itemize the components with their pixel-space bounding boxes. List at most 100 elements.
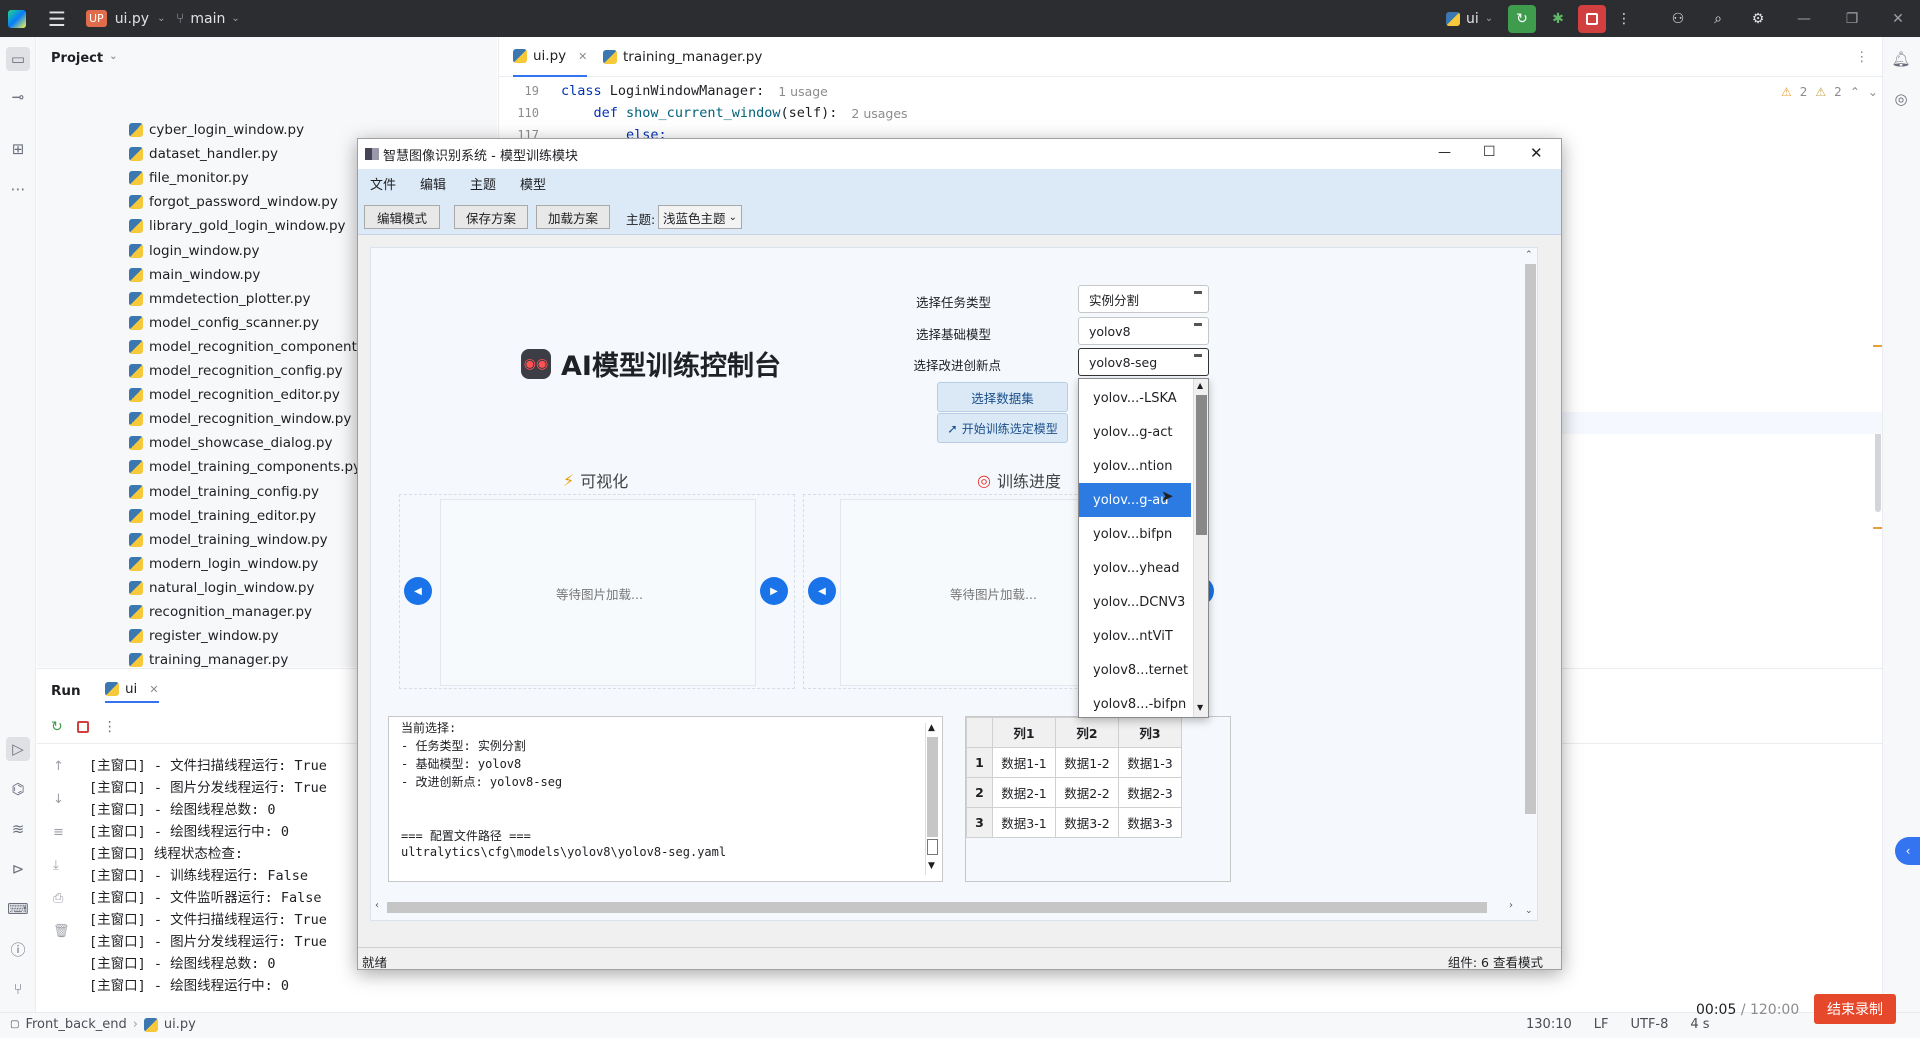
scrollbar-thumb[interactable]	[1196, 395, 1207, 535]
line-separator[interactable]: LF	[1594, 1017, 1609, 1032]
file-tree-item[interactable]: model_config_scanner.py	[129, 311, 319, 335]
table-cell[interactable]: 数据3-1	[992, 807, 1056, 838]
prev-progress-button[interactable]: ◀	[808, 577, 836, 605]
arrow-down-icon[interactable]: ↓	[53, 792, 70, 807]
rerun-button[interactable]: ↻	[1508, 0, 1536, 37]
chevron-up-icon[interactable]: ⌃	[1850, 85, 1860, 99]
print-icon[interactable]: ⎙	[53, 891, 70, 906]
file-tree-item[interactable]: modern_login_window.py	[129, 552, 318, 576]
tab-ui-py[interactable]: ui.py ✕	[513, 37, 588, 77]
table-cell[interactable]: 数据2-3	[1118, 777, 1182, 808]
table-cell[interactable]: 数据1-2	[1055, 747, 1119, 778]
project-folder-icon[interactable]: ▭	[6, 47, 30, 71]
file-tree-item[interactable]: login_window.py	[129, 239, 259, 263]
file-tree-item[interactable]: model_training_editor.py	[129, 504, 316, 528]
scroll-down-icon[interactable]: ▼	[928, 861, 935, 871]
file-encoding[interactable]: UTF-8	[1630, 1017, 1668, 1032]
table-corner[interactable]	[966, 717, 993, 748]
dropdown-option[interactable]: yolov...g-act	[1079, 415, 1191, 449]
file-tree-item[interactable]: recognition_manager.py	[129, 600, 312, 624]
edit-mode-button[interactable]: 编辑模式	[364, 205, 440, 229]
content-vertical-scrollbar[interactable]: ⌃ ⌄	[1523, 250, 1537, 920]
breadcrumb-project[interactable]: Front_back_end	[25, 1017, 126, 1032]
file-tree-item[interactable]: cyber_login_window.py	[129, 118, 304, 142]
load-plan-button[interactable]: 加载方案	[536, 205, 610, 229]
window-close-icon[interactable]: ✕	[1530, 144, 1543, 162]
usage-hint[interactable]: 2 usages	[851, 106, 907, 121]
trash-icon[interactable]: 🗑︎	[53, 924, 70, 939]
dropdown-option[interactable]: yolov...ntViT	[1079, 619, 1191, 653]
scroll-right-icon[interactable]: ›	[1509, 900, 1513, 911]
table-cell[interactable]: 数据1-1	[992, 747, 1056, 778]
dropdown-option[interactable]: yolov...yhead	[1079, 551, 1191, 585]
scrollbar-thumb[interactable]	[387, 902, 1487, 913]
file-tree-item[interactable]: model_training_components.py	[129, 455, 361, 479]
next-image-button[interactable]: ▶	[760, 577, 788, 605]
arrow-up-icon[interactable]: ↑	[53, 759, 70, 774]
file-tree-item[interactable]: forgot_password_window.py	[129, 190, 338, 214]
file-tree-item[interactable]: file_monitor.py	[129, 166, 249, 190]
notifications-icon[interactable]: 🔔︎	[1889, 47, 1913, 71]
file-tree-item[interactable]: model_recognition_editor.py	[129, 383, 340, 407]
editor-more-icon[interactable]: ⋮	[1855, 37, 1869, 77]
file-tree-item[interactable]: main_window.py	[129, 263, 260, 287]
menu-model[interactable]: 模型	[508, 174, 558, 193]
prev-image-button[interactable]: ◀	[404, 577, 432, 605]
window-close-icon[interactable]: ✕	[1884, 0, 1912, 37]
content-horizontal-scrollbar[interactable]: ‹ ›	[373, 900, 1521, 914]
tab-training-manager[interactable]: training_manager.py	[603, 37, 762, 77]
breadcrumb-file[interactable]: ui.py	[164, 1017, 196, 1032]
scroll-left-icon[interactable]: ‹	[375, 900, 379, 911]
scrollbar-thumb-lower[interactable]	[927, 839, 938, 855]
file-tree-item[interactable]: mmdetection_plotter.py	[129, 287, 310, 311]
scroll-up-icon[interactable]: ▲	[928, 723, 935, 733]
close-icon[interactable]: ✕	[578, 50, 587, 63]
commit-icon[interactable]: ⊸	[6, 85, 30, 109]
row-header[interactable]: 1	[966, 747, 993, 778]
dropdown-option[interactable]: yolov...DCNV3	[1079, 585, 1191, 619]
code-line[interactable]: 19 class LoginWindowManager: 1 usage	[499, 80, 828, 102]
layers-icon[interactable]: ≋	[6, 817, 30, 841]
scrollbar-thumb[interactable]	[927, 737, 938, 837]
dropdown-option[interactable]: yolov8...ternet	[1079, 653, 1191, 687]
file-tree-item[interactable]: model_training_window.py	[129, 528, 328, 552]
rerun-icon[interactable]: ↻	[51, 719, 63, 735]
file-tree-item[interactable]: dataset_handler.py	[129, 142, 278, 166]
column-header[interactable]: 列1	[992, 717, 1056, 748]
base-model-select[interactable]: yolov8	[1078, 317, 1209, 345]
add-user-icon[interactable]: ⚇	[1664, 0, 1692, 37]
more-actions-icon[interactable]: ⋮	[103, 719, 117, 735]
table-cell[interactable]: 数据2-2	[1055, 777, 1119, 808]
improvement-dropdown-list[interactable]: yolov...-LSKA yolov...g-act yolov...ntion y…	[1078, 378, 1209, 718]
project-panel-header[interactable]: Project ⌄	[51, 51, 117, 66]
python-console-icon[interactable]: ⌬	[6, 777, 30, 801]
row-header[interactable]: 3	[966, 807, 993, 838]
window-maximize-icon[interactable]: ☐	[1483, 144, 1496, 160]
save-plan-button[interactable]: 保存方案	[454, 205, 528, 229]
row-header[interactable]: 2	[966, 777, 993, 808]
table-cell[interactable]: 数据3-2	[1055, 807, 1119, 838]
branch-switcher[interactable]: ⑂ main ⌄	[176, 0, 240, 37]
file-tree-item[interactable]: model_recognition_config.py	[129, 359, 343, 383]
file-tree-item[interactable]: model_recognition_window.py	[129, 407, 351, 431]
debug-button[interactable]: ✱	[1544, 0, 1572, 37]
chevron-down-icon[interactable]: ⌄	[1868, 85, 1878, 99]
breadcrumb[interactable]: ▢ Front_back_end › ui.py	[10, 1017, 196, 1032]
search-icon[interactable]: ⌕	[1704, 0, 1732, 37]
theme-select[interactable]: 浅蓝色主题 ⌄	[658, 205, 742, 229]
menu-file[interactable]: 文件	[358, 174, 408, 193]
dialog-titlebar[interactable]: 智慧图像识别系统 - 模型训练模块 — ☐ ✕	[358, 139, 1561, 169]
dropdown-option[interactable]: yolov...bifpn	[1079, 517, 1191, 551]
window-minimize-icon[interactable]: —	[1790, 0, 1818, 37]
file-tree-item[interactable]: model_training_config.py	[129, 480, 319, 504]
file-tree-item[interactable]: register_window.py	[129, 624, 279, 648]
select-dataset-button[interactable]: 选择数据集	[937, 382, 1068, 412]
expand-panel-icon[interactable]: ‹	[1895, 837, 1920, 865]
stop-button[interactable]	[1578, 0, 1606, 37]
dropdown-option[interactable]: yolov...g-au	[1079, 483, 1191, 517]
file-tree-item[interactable]: model_showcase_dialog.py	[129, 431, 332, 455]
run-config-selector[interactable]: ui ⌄	[1446, 0, 1493, 37]
dropdown-option[interactable]: yolov8...-bifpn	[1079, 687, 1191, 721]
menu-edit[interactable]: 编辑	[408, 174, 458, 193]
soft-wrap-icon[interactable]: ≡	[53, 825, 70, 840]
